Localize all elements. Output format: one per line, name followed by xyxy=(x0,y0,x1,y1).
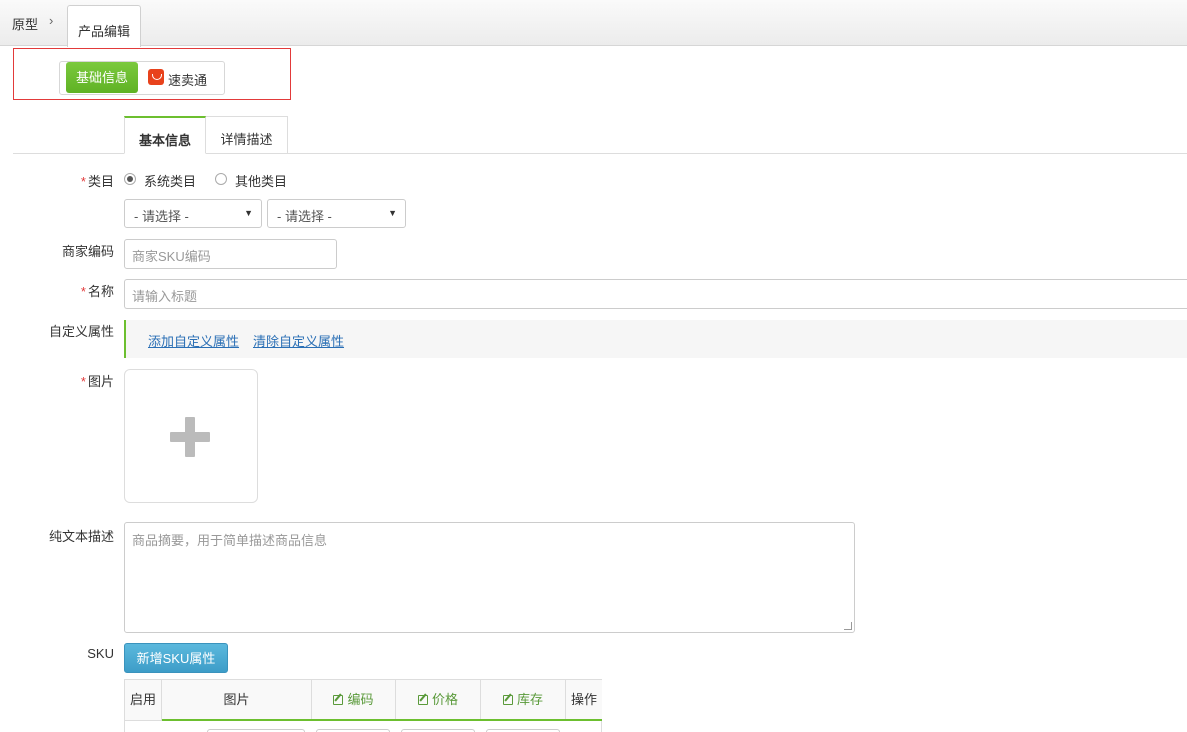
sku-col-price[interactable]: 价格 xyxy=(396,680,481,720)
category-select-2-value: - 请选择 - xyxy=(277,209,332,224)
caret-down-icon: ▼ xyxy=(388,208,397,218)
category-label: * 类目 xyxy=(80,174,114,189)
edit-icon xyxy=(417,695,428,705)
edit-icon xyxy=(502,695,513,705)
merchant-code-label: 商家编码 xyxy=(61,244,114,259)
breadcrumb-root[interactable]: 原型 xyxy=(12,14,38,33)
custom-attrs-label: 自定义属性 xyxy=(48,324,114,339)
name-label: * 名称 xyxy=(80,284,114,299)
clear-custom-attr-link[interactable]: 清除自定义属性 xyxy=(253,331,344,350)
aliexpress-logo-icon[interactable] xyxy=(148,69,164,85)
required-marker: * xyxy=(80,284,86,299)
plain-desc-label: 纯文本描述 xyxy=(48,529,114,544)
edit-icon xyxy=(333,695,344,705)
plus-icon-vertical xyxy=(185,417,195,457)
category-select-1[interactable]: - 请选择 - ▼ xyxy=(124,199,262,228)
plain-desc-textarea[interactable]: 商品摘要，用于简单描述商品信息 xyxy=(124,522,855,633)
sku-col-image: 图片 xyxy=(162,680,312,720)
sku-table: 启用 图片 编码 价格 库存 操作 xyxy=(124,679,602,732)
tab-product-edit[interactable]: 产品编辑 xyxy=(67,5,141,47)
sku-col-code[interactable]: 编码 xyxy=(312,680,396,720)
sku-col-enable: 启用 xyxy=(125,680,162,720)
add-sku-attr-button[interactable]: 新增SKU属性 xyxy=(124,643,228,673)
breadcrumb-separator-icon: › xyxy=(49,13,54,28)
top-bar: 原型 › 产品编辑 xyxy=(0,0,1187,47)
other-category-label[interactable]: 其他类目 xyxy=(235,171,287,190)
sku-col-actions: 操作 xyxy=(566,680,602,720)
resize-handle-icon[interactable] xyxy=(844,622,852,630)
tab-basic-info[interactable]: 基本信息 xyxy=(124,116,206,154)
sku-label: SKU xyxy=(87,646,114,661)
aliexpress-button-label[interactable]: 速卖通 xyxy=(168,70,207,89)
required-marker: * xyxy=(80,374,86,389)
image-upload-box[interactable] xyxy=(124,369,258,503)
name-input[interactable]: 请输入标题 xyxy=(124,279,1187,309)
system-category-radio[interactable] xyxy=(124,173,136,185)
add-custom-attr-link[interactable]: 添加自定义属性 xyxy=(148,331,239,350)
merchant-code-input[interactable]: 商家SKU编码 xyxy=(124,239,337,269)
sku-header-accent xyxy=(162,719,602,721)
category-select-2[interactable]: - 请选择 - ▼ xyxy=(267,199,406,228)
category-select-1-value: - 请选择 - xyxy=(134,209,189,224)
sku-col-stock[interactable]: 库存 xyxy=(481,680,566,720)
tab-detail-description[interactable]: 详情描述 xyxy=(206,116,288,154)
other-category-radio[interactable] xyxy=(215,173,227,185)
basic-info-button[interactable]: 基础信息 xyxy=(66,62,138,93)
system-category-label[interactable]: 系统类目 xyxy=(144,171,196,190)
plain-desc-placeholder: 商品摘要，用于简单描述商品信息 xyxy=(132,533,328,548)
required-marker: * xyxy=(80,174,86,189)
image-label: * 图片 xyxy=(80,374,114,389)
caret-down-icon: ▼ xyxy=(244,208,253,218)
